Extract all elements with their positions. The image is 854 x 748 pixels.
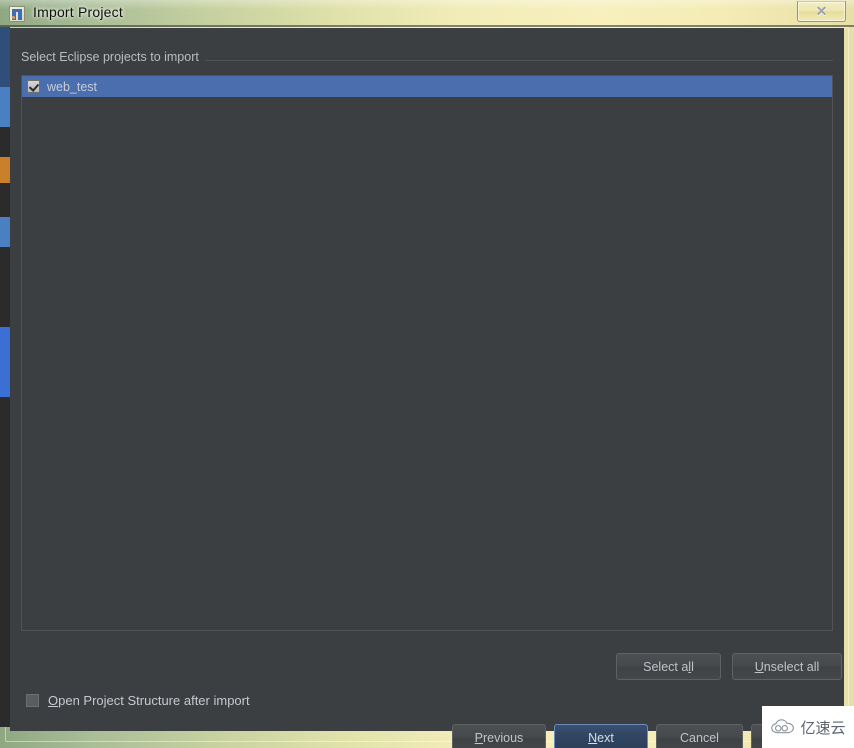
next-button[interactable]: Next <box>554 724 648 748</box>
import-project-dialog: Select Eclipse projects to import web_te… <box>10 28 844 748</box>
screenshot-root: Import Project ✕ Select Eclipse projects… <box>0 0 854 748</box>
watermark-overlay: 亿速云 <box>762 706 854 748</box>
project-checkbox[interactable] <box>27 80 40 93</box>
checkbox-box <box>26 694 39 707</box>
window-titlebar: Import Project ✕ <box>0 0 854 26</box>
watermark-text: 亿速云 <box>800 718 846 737</box>
next-label: Next <box>588 731 614 745</box>
select-all-label: Select all <box>643 659 694 674</box>
open-project-structure-checkbox[interactable]: Open Project Structure after import <box>26 693 250 708</box>
previous-label: Previous <box>474 731 524 745</box>
cloud-icon <box>771 719 795 734</box>
previous-button[interactable]: Previous <box>452 724 546 748</box>
list-item[interactable]: web_test <box>22 76 832 97</box>
select-all-button[interactable]: Select all <box>616 653 721 680</box>
window-title: Import Project <box>33 4 123 20</box>
cancel-label: Cancel <box>680 731 719 745</box>
cancel-button[interactable]: Cancel <box>656 724 743 748</box>
unselect-all-button[interactable]: Unselect all <box>732 653 842 680</box>
project-list[interactable]: web_test <box>21 75 833 631</box>
intellij-idea-icon <box>9 6 25 22</box>
group-title: Select Eclipse projects to import <box>21 50 205 64</box>
unselect-all-label: Unselect all <box>754 659 820 674</box>
open-project-structure-label: Open Project Structure after import <box>48 693 250 708</box>
close-button[interactable]: ✕ <box>797 1 846 22</box>
background-app-sliver <box>0 27 10 727</box>
close-icon: ✕ <box>815 3 828 19</box>
project-name: web_test <box>47 79 98 94</box>
